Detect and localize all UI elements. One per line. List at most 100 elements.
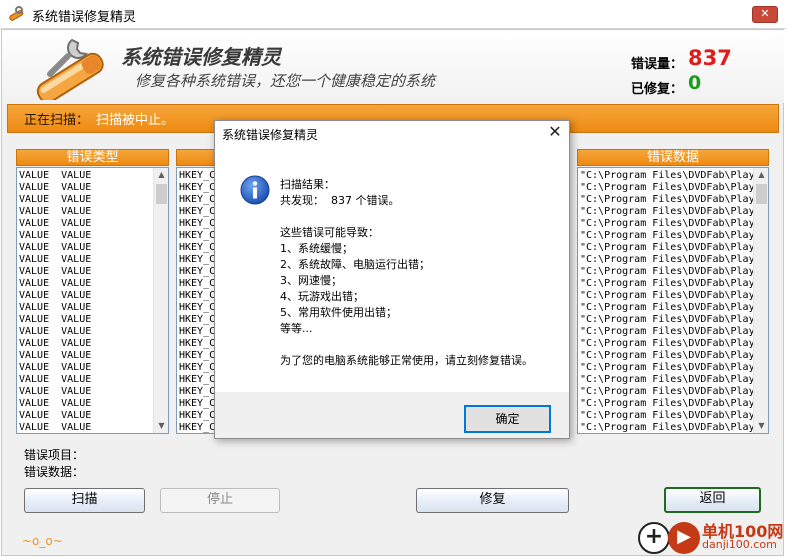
error-type-row[interactable]: VALUE VALUE [19,410,91,422]
error-data-row[interactable]: "C:\Program Files\DVDFab\Play [580,290,755,302]
error-data-row[interactable]: "C:\Program Files\DVDFab\Play [580,254,755,266]
scroll-thumb[interactable] [756,184,767,204]
error-type-row[interactable]: VALUE VALUE [19,290,91,302]
registry-key-row[interactable]: HKEY_C [179,422,215,433]
registry-key-row[interactable]: HKEY_C [179,350,215,362]
error-item-label: 错误项目： [24,448,85,462]
error-data-row[interactable]: "C:\Program Files\DVDFab\Play [580,170,755,182]
error-type-row[interactable]: VALUE VALUE [19,326,91,338]
error-data-row[interactable]: "C:\Program Files\DVDFab\Play [580,422,755,433]
back-button[interactable]: 返回 [664,487,761,513]
stop-button[interactable]: 停止 [160,488,280,513]
watermark-plus-icon: + [638,522,670,554]
error-data-row[interactable]: "C:\Program Files\DVDFab\Play [580,266,755,278]
error-data-row[interactable]: "C:\Program Files\DVDFab\Play [580,398,755,410]
error-type-row[interactable]: VALUE VALUE [19,350,91,362]
error-data-row[interactable]: "C:\Program Files\DVDFab\Play [580,302,755,314]
error-type-row[interactable]: VALUE VALUE [19,398,91,410]
error-data-row[interactable]: "C:\Program Files\DVDFab\Play [580,218,755,230]
app-slogan: 修复各种系统错误，还您一个健康稳定的系统 [135,72,436,90]
error-type-row[interactable]: VALUE VALUE [19,254,91,266]
registry-key-row[interactable]: HKEY_C [179,338,215,350]
registry-key-row[interactable]: HKEY_C [179,314,215,326]
registry-key-row[interactable]: HKEY_C [179,386,215,398]
registry-key-row[interactable]: HKEY_C [179,194,215,206]
registry-key-row[interactable]: HKEY_C [179,206,215,218]
registry-key-row[interactable]: HKEY_C [179,242,215,254]
dialog-message-line: 为了您的电脑系统能够正常使用，请立刻修复错误。 [280,354,533,367]
error-data-row[interactable]: "C:\Program Files\DVDFab\Play [580,314,755,326]
registry-key-row[interactable]: HKEY_C [179,170,215,182]
error-data-row[interactable]: "C:\Program Files\DVDFab\Play [580,410,755,422]
error-type-row[interactable]: VALUE VALUE [19,338,91,350]
dialog-message-line: 等等... [280,322,313,335]
watermark-play-icon: ▶ [668,522,700,554]
error-type-row[interactable]: VALUE VALUE [19,170,91,182]
column-header-error-data: 错误数据 [577,149,769,166]
dialog-message-line: 3、网速慢； [280,274,342,287]
error-data-row[interactable]: "C:\Program Files\DVDFab\Play [580,374,755,386]
error-type-row[interactable]: VALUE VALUE [19,230,91,242]
fixed-count-value: 0 [688,72,702,94]
registry-key-row[interactable]: HKEY_C [179,266,215,278]
error-type-row[interactable]: VALUE VALUE [19,242,91,254]
error-type-list[interactable]: VALUE VALUE VALUE VALUE VALUE VALUE VALUE V… [16,167,169,434]
error-type-row[interactable]: VALUE VALUE [19,218,91,230]
error-type-row[interactable]: VALUE VALUE [19,314,91,326]
error-type-row[interactable]: VALUE VALUE [19,374,91,386]
scan-button[interactable]: 扫描 [24,488,145,513]
app-name: 系统错误修复精灵 [121,45,281,69]
dialog-message-line: 5、常用软件使用出错； [280,306,397,319]
scroll-up-icon[interactable]: ▲ [754,168,768,182]
registry-key-row[interactable]: HKEY_C [179,254,215,266]
error-data-row[interactable]: "C:\Program Files\DVDFab\Play [580,386,755,398]
registry-key-row[interactable]: HKEY_C [179,374,215,386]
error-data-row[interactable]: "C:\Program Files\DVDFab\Play [580,350,755,362]
error-data-row[interactable]: "C:\Program Files\DVDFab\Play [580,182,755,194]
dialog-message-line: 2、系统故障、电脑运行出错； [280,258,430,271]
error-data-row[interactable]: "C:\Program Files\DVDFab\Play [580,278,755,290]
error-type-row[interactable]: VALUE VALUE [19,386,91,398]
scroll-up-icon[interactable]: ▲ [154,168,168,182]
registry-key-row[interactable]: HKEY_C [179,290,215,302]
dialog-close-button[interactable]: ✕ [546,123,564,141]
error-data-row[interactable]: "C:\Program Files\DVDFab\Play [580,230,755,242]
error-type-rows: VALUE VALUE VALUE VALUE VALUE VALUE VALUE V… [19,170,91,433]
fixed-count-label: 已修复： [631,82,684,97]
error-data-row[interactable]: "C:\Program Files\DVDFab\Play [580,194,755,206]
error-data-row[interactable]: "C:\Program Files\DVDFab\Play [580,206,755,218]
scroll-thumb[interactable] [156,184,167,204]
registry-key-row[interactable]: HKEY_C [179,230,215,242]
error-type-row[interactable]: VALUE VALUE [19,302,91,314]
error-type-row[interactable]: VALUE VALUE [19,182,91,194]
error-data-scrollbar[interactable]: ▲ ▼ [753,168,768,433]
error-type-scrollbar[interactable]: ▲ ▼ [153,168,168,433]
fix-button[interactable]: 修复 [416,488,569,513]
window-close-button[interactable]: ✕ [752,6,778,23]
error-data-row[interactable]: "C:\Program Files\DVDFab\Play [580,242,755,254]
column-header-error-type: 错误类型 [16,149,169,166]
scroll-down-icon[interactable]: ▼ [754,419,768,433]
error-data-row[interactable]: "C:\Program Files\DVDFab\Play [580,362,755,374]
dialog-ok-button[interactable]: 确定 [464,405,551,433]
error-type-row[interactable]: VALUE VALUE [19,266,91,278]
registry-key-row[interactable]: HKEY_C [179,410,215,422]
registry-key-row[interactable]: HKEY_C [179,362,215,374]
error-type-row[interactable]: VALUE VALUE [19,278,91,290]
registry-key-row[interactable]: HKEY_C [179,278,215,290]
error-type-row[interactable]: VALUE VALUE [19,206,91,218]
error-type-row[interactable]: VALUE VALUE [19,362,91,374]
registry-key-row[interactable]: HKEY_C [179,182,215,194]
error-data-row[interactable]: "C:\Program Files\DVDFab\Play [580,338,755,350]
close-icon: ✕ [760,7,770,20]
error-data-rows: "C:\Program Files\DVDFab\Play "C:\Program… [580,170,755,433]
registry-key-row[interactable]: HKEY_C [179,302,215,314]
error-data-list[interactable]: "C:\Program Files\DVDFab\Play "C:\Program… [577,167,769,434]
error-type-row[interactable]: VALUE VALUE [19,194,91,206]
error-type-row[interactable]: VALUE VALUE [19,422,91,433]
registry-key-row[interactable]: HKEY_C [179,326,215,338]
scroll-down-icon[interactable]: ▼ [154,419,168,433]
registry-key-row[interactable]: HKEY_C [179,398,215,410]
registry-key-row[interactable]: HKEY_C [179,218,215,230]
error-data-row[interactable]: "C:\Program Files\DVDFab\Play [580,326,755,338]
